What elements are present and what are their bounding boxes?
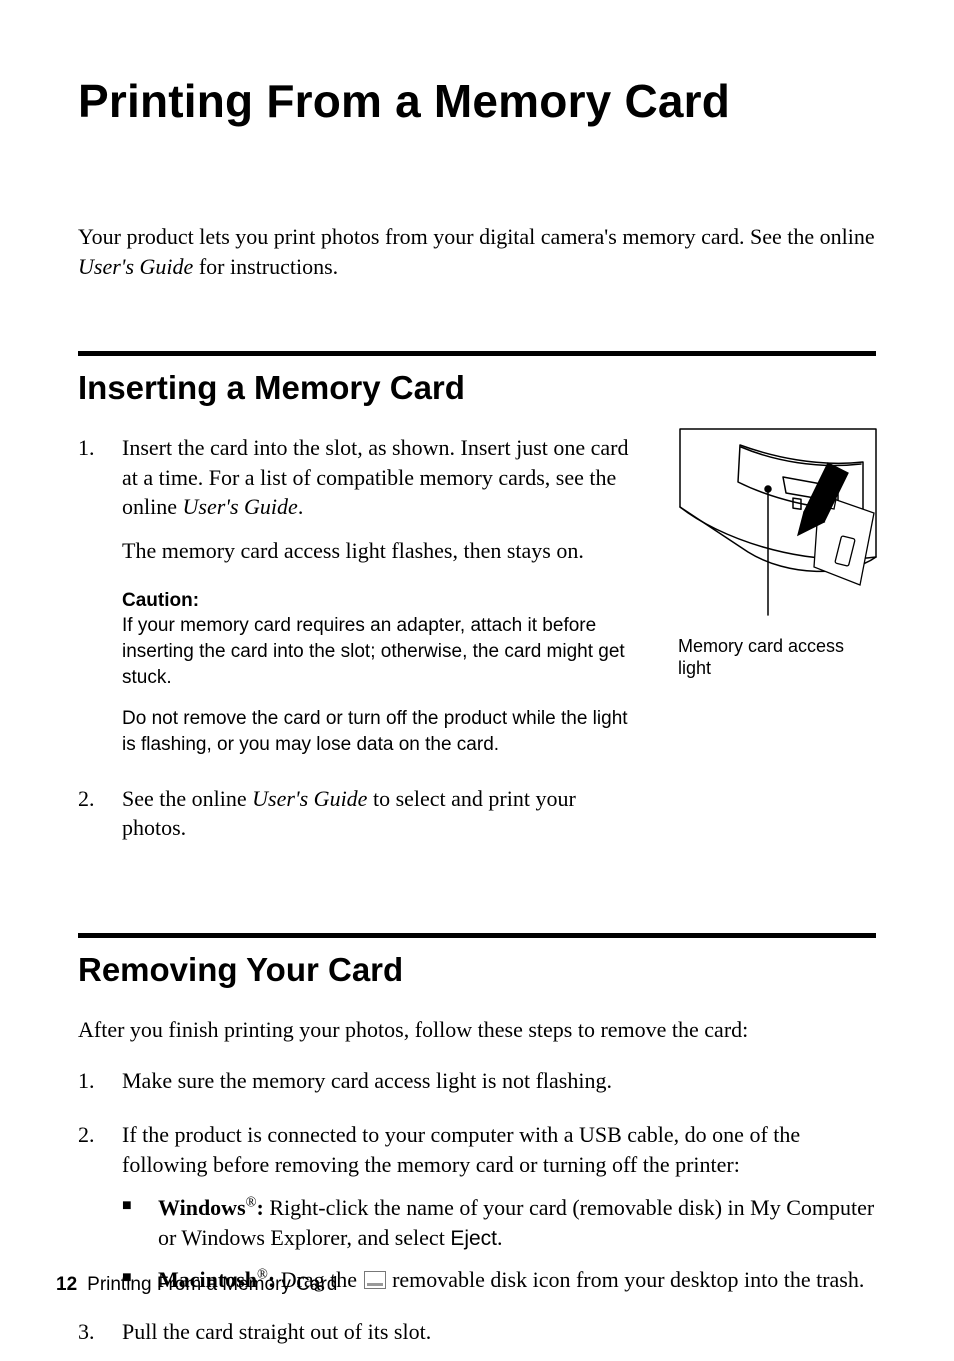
users-guide-ref: User's Guide	[183, 494, 298, 519]
section-intro: After you finish printing your photos, f…	[78, 1015, 876, 1045]
text: See the online	[122, 786, 252, 811]
text: Right-click the name of your card (remov…	[158, 1195, 874, 1250]
page-number: 12	[56, 1274, 77, 1295]
text: .	[298, 494, 304, 519]
removable-disk-icon	[364, 1271, 386, 1289]
registered-mark: ®	[246, 1195, 257, 1211]
figure-caption: Memory card access light	[678, 635, 880, 680]
colon: :	[257, 1195, 264, 1220]
memory-card-figure: Memory card access light	[678, 427, 880, 680]
text: If the product is connected to your comp…	[122, 1120, 876, 1179]
step-number: 1.	[78, 1066, 122, 1110]
text: The memory card access light flashes, th…	[122, 536, 638, 566]
step-2: 2. See the online User's Guide to select…	[78, 784, 638, 857]
text: Your product lets you print photos from …	[78, 224, 875, 249]
section-heading-inserting: Inserting a Memory Card	[78, 366, 876, 411]
caution-text: If your memory card requires an adapter,…	[122, 615, 625, 687]
square-bullet-icon: ■	[122, 1193, 158, 1253]
page-title: Printing From a Memory Card	[78, 70, 876, 132]
step-number: 2.	[78, 784, 122, 857]
bullet-windows: ■ Windows®: Right-click the name of your…	[122, 1193, 876, 1253]
os-name: Windows	[158, 1195, 246, 1220]
step-1: 1. Insert the card into the slot, as sho…	[78, 433, 638, 774]
step-1: 1. Make sure the memory card access ligh…	[78, 1066, 876, 1110]
section-divider	[78, 351, 876, 356]
text: Pull the card straight out of its slot.	[122, 1317, 876, 1347]
caution-label: Caution:	[122, 590, 199, 611]
caution-block: Caution: If your memory card requires an…	[122, 588, 638, 758]
page-footer: 12 Printing From a Memory Card	[56, 1272, 337, 1298]
step-number: 1.	[78, 433, 122, 774]
text: removable disk icon from your desktop in…	[387, 1267, 865, 1292]
section-divider	[78, 933, 876, 938]
text: Make sure the memory card access light i…	[122, 1066, 876, 1096]
intro-paragraph: Your product lets you print photos from …	[78, 222, 876, 281]
running-head: Printing From a Memory Card	[87, 1274, 337, 1295]
eject-label: Eject	[450, 1227, 497, 1250]
users-guide-ref: User's Guide	[252, 786, 367, 811]
users-guide-ref: User's Guide	[78, 254, 193, 279]
section-heading-removing: Removing Your Card	[78, 948, 876, 993]
step-number: 3.	[78, 1317, 122, 1361]
text: .	[497, 1225, 503, 1250]
caution-text: Do not remove the card or turn off the p…	[122, 706, 638, 757]
printer-slot-illustration	[678, 427, 878, 617]
text: for instructions.	[193, 254, 338, 279]
step-3: 3. Pull the card straight out of its slo…	[78, 1317, 876, 1361]
